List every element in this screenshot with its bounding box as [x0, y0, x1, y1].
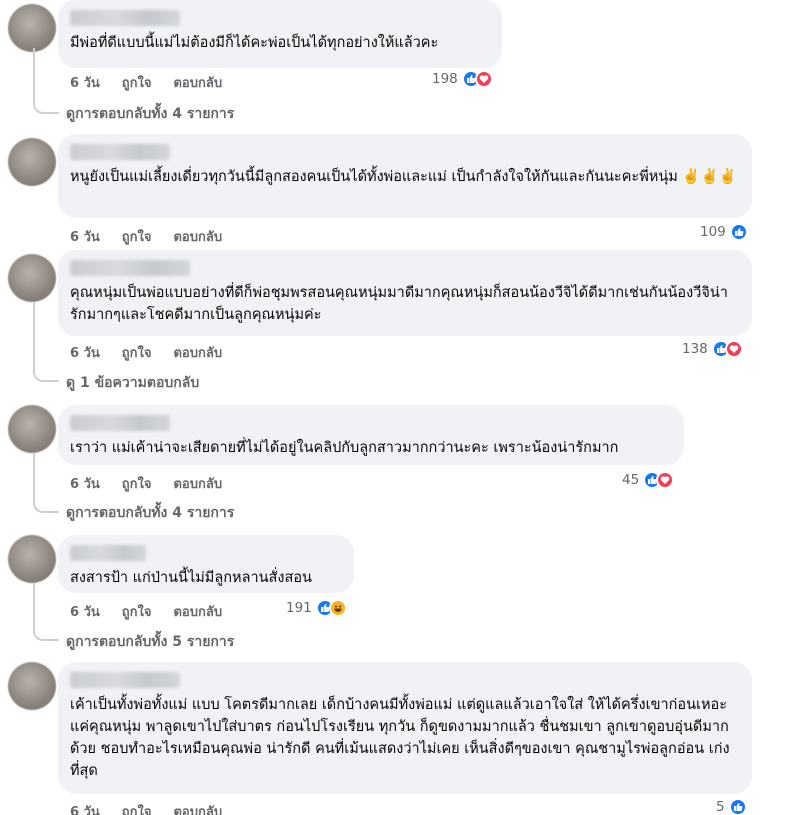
comment-actions: 6 วัน ถูกใจ ตอบกลับ	[70, 601, 222, 622]
avatar[interactable]	[8, 4, 56, 52]
reaction-summary[interactable]: 45	[622, 471, 675, 489]
reply-button[interactable]: ตอบกลับ	[173, 473, 222, 494]
avatar[interactable]	[8, 662, 56, 710]
thread-connector	[33, 499, 59, 513]
like-icon	[729, 223, 748, 241]
thread-line	[33, 302, 35, 368]
timestamp[interactable]: 6 วัน	[70, 342, 100, 363]
like-button[interactable]: ถูกใจ	[122, 601, 152, 622]
reaction-summary[interactable]: 109	[700, 223, 748, 241]
like-icon	[728, 798, 747, 815]
comment-actions: 6 วัน ถูกใจ ตอบกลับ	[70, 473, 222, 494]
reaction-count: 198	[432, 71, 458, 87]
thread-line	[33, 583, 35, 627]
comment-bubble: มีพ่อที่ดีแบบนี้แม่ไม่ต้องมีก็ได้คะพ่อเป…	[58, 0, 502, 68]
reply-button[interactable]: ตอบกลับ	[173, 342, 222, 363]
reaction-count: 5	[716, 799, 725, 815]
thread-line	[33, 48, 35, 100]
reaction-summary[interactable]: 191	[286, 599, 347, 617]
comment-bubble: เค้าเป็นทั้งพ่อทั้งแม่ แบบ โคตรดีมากเลย …	[58, 662, 752, 794]
avatar[interactable]	[8, 535, 56, 583]
thread-connector	[33, 627, 59, 641]
comment-actions: 6 วัน ถูกใจ ตอบกลับ	[70, 72, 222, 93]
commenter-name-blurred[interactable]	[70, 260, 190, 276]
thread-connector	[33, 100, 59, 114]
comment-bubble: สงสารป้า แก่ป่านนี้ไม่มีลูกหลานสั่งสอน	[58, 535, 354, 593]
comment-actions: 6 วัน ถูกใจ ตอบกลับ	[70, 801, 222, 815]
avatar[interactable]	[8, 138, 56, 186]
view-replies-link[interactable]: ดูการตอบกลับทั้ง 4 รายการ	[66, 502, 234, 524]
commenter-name-blurred[interactable]	[70, 415, 170, 431]
view-replies-link[interactable]: ดูการตอบกลับทั้ง 5 รายการ	[66, 631, 234, 653]
timestamp[interactable]: 6 วัน	[70, 72, 100, 93]
avatar[interactable]	[8, 405, 56, 453]
commenter-name-blurred[interactable]	[70, 672, 180, 688]
timestamp[interactable]: 6 วัน	[70, 473, 100, 494]
reaction-count: 191	[286, 600, 312, 616]
commenter-name-blurred[interactable]	[70, 10, 180, 26]
comment-text: เค้าเป็นทั้งพ่อทั้งแม่ แบบ โคตรดีมากเลย …	[70, 697, 730, 779]
comment-text: คุณหนุ่มเป็นพ่อแบบอย่างที่ดีก็พ่อชุมพรสอ…	[70, 285, 728, 323]
love-icon	[656, 471, 675, 489]
reply-button[interactable]: ตอบกลับ	[173, 801, 222, 815]
comment-bubble: หนูยังเป็นแม่เลี้ยงเดี่ยวทุกวันนี้มีลูกส…	[58, 134, 752, 218]
comment-text: มีพ่อที่ดีแบบนี้แม่ไม่ต้องมีก็ได้คะพ่อเป…	[70, 35, 439, 51]
reaction-count: 45	[622, 472, 640, 488]
reaction-count: 109	[700, 224, 726, 240]
reaction-summary[interactable]: 198	[432, 70, 493, 88]
comment-text: สงสารป้า แก่ป่านนี้ไม่มีลูกหลานสั่งสอน	[70, 570, 312, 586]
like-button[interactable]: ถูกใจ	[122, 801, 152, 815]
avatar[interactable]	[8, 254, 56, 302]
reply-button[interactable]: ตอบกลับ	[173, 72, 222, 93]
reaction-summary[interactable]: 138	[682, 340, 743, 358]
like-button[interactable]: ถูกใจ	[122, 342, 152, 363]
reaction-summary[interactable]: 5	[716, 798, 747, 815]
like-button[interactable]: ถูกใจ	[122, 473, 152, 494]
timestamp[interactable]: 6 วัน	[70, 226, 100, 247]
reply-button[interactable]: ตอบกลับ	[173, 601, 222, 622]
like-button[interactable]: ถูกใจ	[122, 226, 152, 247]
like-button[interactable]: ถูกใจ	[122, 72, 152, 93]
timestamp[interactable]: 6 วัน	[70, 601, 100, 622]
comment-text: เราว่า แม่เค้าน่าจะเสียดายที่ไม่ได้อยู่ใ…	[70, 440, 619, 456]
comment-actions: 6 วัน ถูกใจ ตอบกลับ	[70, 226, 222, 247]
thread-connector	[33, 368, 59, 382]
reply-button[interactable]: ตอบกลับ	[173, 226, 222, 247]
view-replies-link[interactable]: ดู 1 ข้อความตอบกลับ	[66, 372, 199, 394]
commenter-name-blurred[interactable]	[70, 545, 146, 561]
reaction-count: 138	[682, 341, 708, 357]
haha-icon	[328, 599, 347, 617]
thread-line	[33, 453, 35, 499]
commenter-name-blurred[interactable]	[70, 144, 170, 160]
love-icon	[474, 70, 493, 88]
comment-actions: 6 วัน ถูกใจ ตอบกลับ	[70, 342, 222, 363]
comment-bubble: เราว่า แม่เค้าน่าจะเสียดายที่ไม่ได้อยู่ใ…	[58, 405, 684, 465]
view-replies-link[interactable]: ดูการตอบกลับทั้ง 4 รายการ	[66, 103, 234, 125]
timestamp[interactable]: 6 วัน	[70, 801, 100, 815]
comment-text: หนูยังเป็นแม่เลี้ยงเดี่ยวทุกวันนี้มีลูกส…	[70, 169, 737, 185]
love-icon	[724, 340, 743, 358]
comment-bubble: คุณหนุ่มเป็นพ่อแบบอย่างที่ดีก็พ่อชุมพรสอ…	[58, 250, 752, 336]
